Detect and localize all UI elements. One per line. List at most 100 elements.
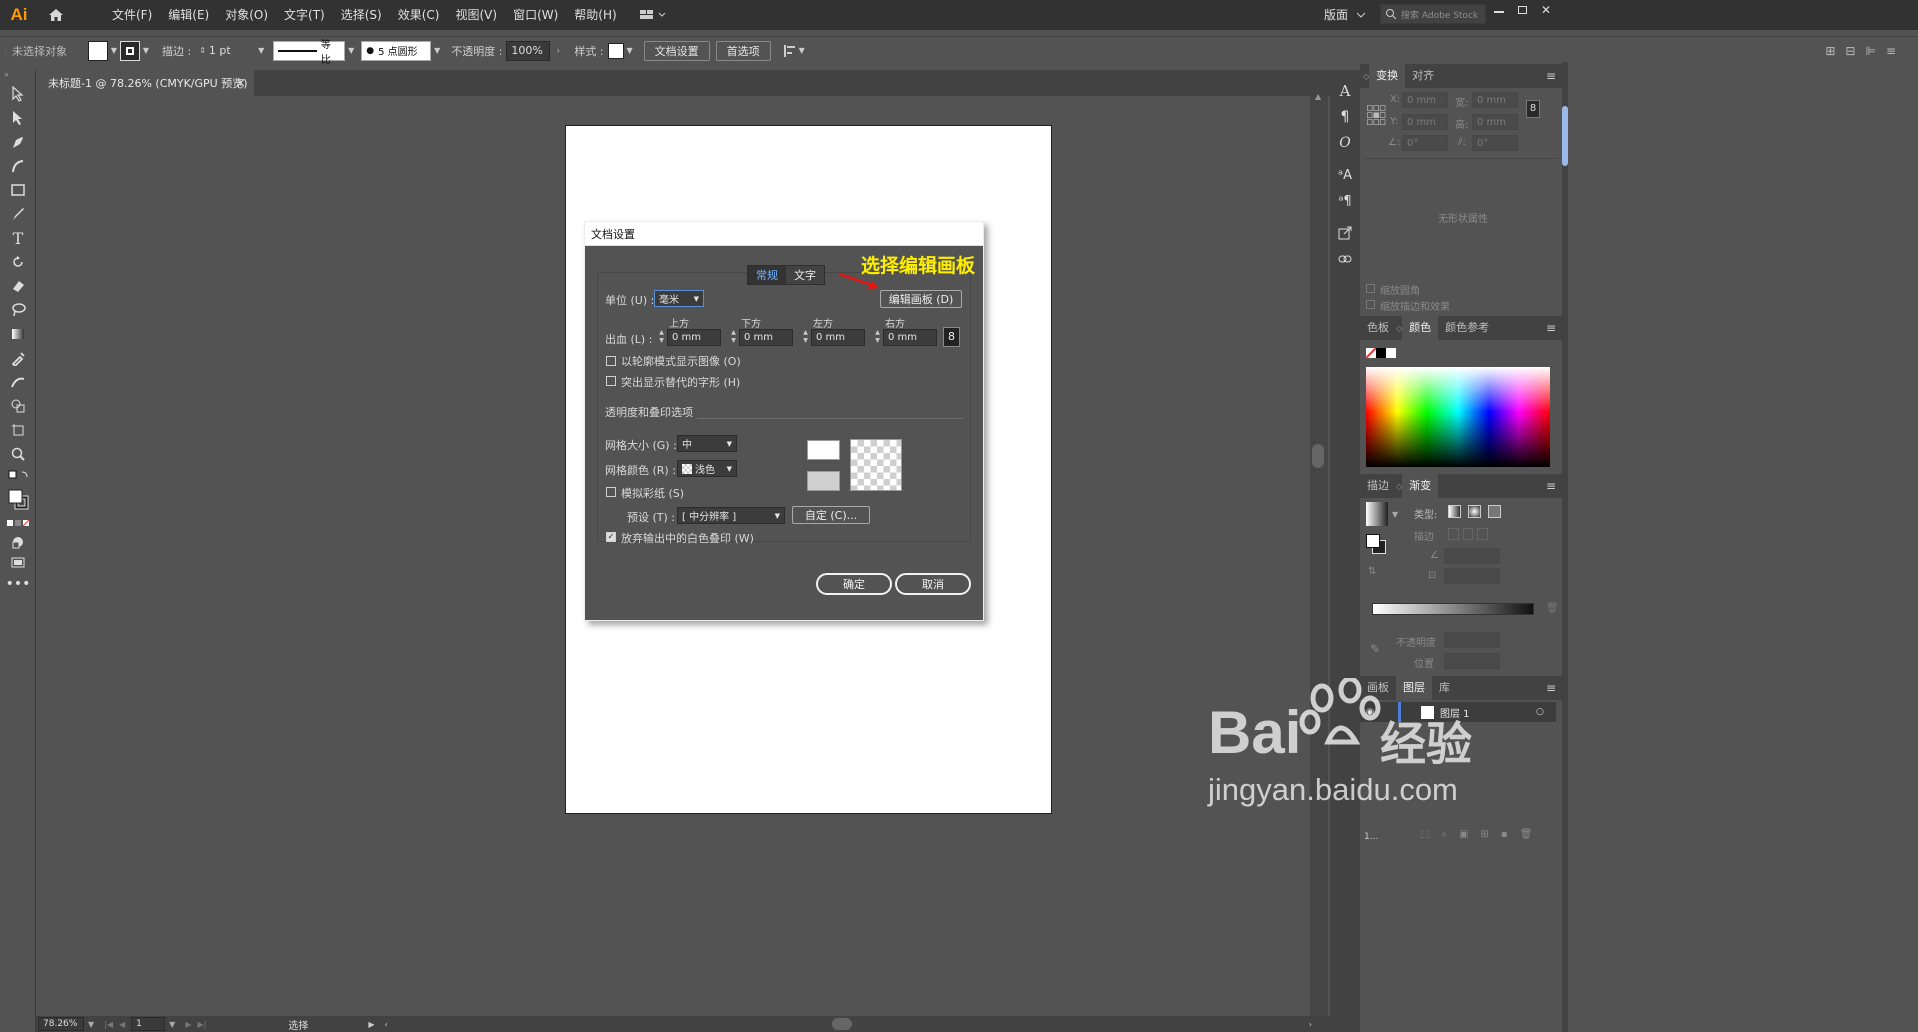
link-bleed-icon[interactable]: 8: [943, 327, 960, 347]
white-swatch[interactable]: [1386, 348, 1396, 358]
color-mode-icon[interactable]: [0, 514, 36, 532]
tab-stroke[interactable]: 描边: [1360, 474, 1396, 498]
selection-tool-icon[interactable]: [0, 82, 36, 106]
x-field[interactable]: 0 mm: [1402, 92, 1448, 108]
draw-mode-icon[interactable]: [0, 532, 36, 552]
locate-object-icon[interactable]: ⌕: [1441, 829, 1447, 840]
layer-target-icon[interactable]: ○: [1536, 707, 1544, 717]
linear-gradient-icon[interactable]: [1448, 505, 1461, 518]
tab-align[interactable]: 对齐: [1405, 64, 1441, 88]
tab-layers[interactable]: 图层: [1396, 676, 1432, 700]
type-tool-icon[interactable]: T: [0, 226, 36, 250]
discard-white-overprint-checkbox[interactable]: ✓: [606, 532, 616, 542]
curvature-tool-icon[interactable]: [0, 154, 36, 178]
rotate-tool-icon[interactable]: [0, 250, 36, 274]
eyedropper-tool-icon[interactable]: [0, 346, 36, 370]
grid-color-select[interactable]: 浅色 ▼: [677, 460, 737, 477]
close-icon[interactable]: ✕: [1541, 3, 1551, 17]
menu-object[interactable]: 对象(O): [217, 0, 276, 30]
minimize-icon[interactable]: [1494, 11, 1504, 13]
grid-size-select[interactable]: 中 ▼: [677, 435, 737, 452]
page-field[interactable]: 1: [131, 1017, 166, 1031]
hscroll-thumb[interactable]: [832, 1018, 852, 1030]
chevron-down-icon[interactable]: ▼: [255, 41, 267, 61]
swap-colors-icon[interactable]: [0, 466, 36, 484]
menu-select[interactable]: 选择(S): [333, 0, 390, 30]
vertical-scrollbar[interactable]: ▲: [1310, 92, 1328, 1016]
menu-view[interactable]: 视图(V): [447, 0, 505, 30]
prev-page-icon[interactable]: ◀: [119, 1020, 125, 1029]
paper-color-swatch-bottom[interactable]: [807, 471, 840, 491]
preferences-button[interactable]: 首选项: [715, 40, 771, 61]
blend-tool-icon[interactable]: [0, 370, 36, 394]
zoom-field[interactable]: 78.26%: [38, 1017, 84, 1031]
chevron-down-icon[interactable]: ▼: [431, 41, 443, 61]
arrange-documents-icon[interactable]: [639, 8, 667, 22]
gradient-angle-field[interactable]: [1444, 548, 1500, 564]
opentype-panel-icon[interactable]: O: [1330, 130, 1360, 156]
bleed-right-field[interactable]: 0 mm: [883, 329, 937, 346]
new-layer-icon[interactable]: ▪: [1501, 829, 1508, 840]
delete-stop-icon[interactable]: 🗑: [1546, 603, 1559, 614]
black-swatch[interactable]: [1376, 348, 1386, 358]
chevron-down-icon[interactable]: ▼: [108, 41, 120, 61]
zoom-tool-icon[interactable]: [0, 442, 36, 466]
menu-icon[interactable]: ≡: [1886, 44, 1896, 58]
chevron-down-icon[interactable]: ▼: [1392, 510, 1398, 519]
constrain-proportions-icon[interactable]: 8: [1526, 100, 1540, 118]
scroll-thumb[interactable]: [1312, 444, 1324, 468]
tab-libraries[interactable]: 库: [1432, 676, 1457, 700]
links-icon[interactable]: [1330, 246, 1360, 272]
y-field[interactable]: 0 mm: [1402, 114, 1448, 130]
rotate-field[interactable]: 0°: [1402, 135, 1448, 151]
paper-color-swatch-top[interactable]: [807, 440, 840, 460]
close-tab-icon[interactable]: ×: [235, 76, 246, 91]
paragraph-styles-icon[interactable]: ᵃ¶: [1330, 188, 1360, 214]
menu-window[interactable]: 窗口(W): [505, 0, 566, 30]
tab-general[interactable]: 常规: [748, 266, 786, 284]
search-input[interactable]: 搜索 Adobe Stock: [1401, 8, 1478, 21]
bleed-bottom-stepper[interactable]: ▲ ▼: [729, 329, 738, 346]
bleed-top-field[interactable]: 0 mm: [667, 329, 721, 346]
outline-mode-checkbox[interactable]: [606, 356, 616, 366]
align-icon[interactable]: ▼: [783, 44, 805, 58]
align-panel-icon[interactable]: ⊫: [1865, 44, 1875, 58]
custom-button[interactable]: 自定 (C)...: [792, 506, 870, 524]
layer-row[interactable]: ◉ 图层 1 ○: [1360, 702, 1556, 722]
freeform-gradient-icon[interactable]: [1488, 505, 1501, 518]
w-field[interactable]: 0 mm: [1472, 92, 1518, 108]
gradient-preview[interactable]: [1366, 502, 1388, 526]
direct-selection-tool-icon[interactable]: [0, 106, 36, 130]
none-swatch-icon[interactable]: [1366, 348, 1376, 358]
highlight-glyphs-checkbox[interactable]: [606, 376, 616, 386]
menu-help[interactable]: 帮助(H): [566, 0, 624, 30]
home-icon[interactable]: [38, 0, 74, 30]
visibility-icon[interactable]: ◉: [1360, 707, 1380, 718]
preset-select[interactable]: [ 中分辨率 ] ▼: [677, 507, 785, 524]
shear-field[interactable]: 0°: [1472, 135, 1518, 151]
screen-mode-icon[interactable]: [0, 552, 36, 572]
reference-point-icon[interactable]: ▫▫▫ ▫▪▫ ▫▫▫: [1366, 102, 1386, 127]
gradient-opacity-field[interactable]: [1444, 632, 1500, 648]
stock-search[interactable]: 搜索 Adobe Stock: [1380, 4, 1486, 24]
gradient-tool-icon[interactable]: [0, 322, 36, 346]
panel-menu-icon[interactable]: ≡: [1546, 681, 1556, 695]
document-tab[interactable]: 未标题-1 @ 78.26% (CMYK/GPU 预览) ×: [36, 70, 254, 96]
maximize-icon[interactable]: [1518, 6, 1527, 14]
workspace-switcher[interactable]: 版面: [1322, 0, 1350, 30]
paintbrush-tool-icon[interactable]: [0, 202, 36, 226]
stroke-weight-field[interactable]: ⇕ 1 pt: [195, 40, 256, 61]
document-setup-button[interactable]: 文档设置: [643, 40, 710, 61]
tab-color-guide[interactable]: 颜色参考: [1438, 316, 1496, 340]
menu-edit[interactable]: 编辑(E): [160, 0, 217, 30]
chevron-right-icon[interactable]: ›: [550, 41, 566, 61]
unit-select[interactable]: 毫米 ▼: [654, 290, 704, 307]
bleed-left-stepper[interactable]: ▲ ▼: [801, 329, 810, 346]
bleed-left-field[interactable]: 0 mm: [811, 329, 865, 346]
status-menu-icon[interactable]: ▶: [368, 1020, 374, 1029]
bleed-right-stepper[interactable]: ▲ ▼: [873, 329, 882, 346]
tab-artboards[interactable]: 画板: [1360, 676, 1396, 700]
panel-menu-icon[interactable]: ≡: [1546, 321, 1556, 335]
edit-artboards-button[interactable]: 编辑画板 (D): [880, 290, 962, 308]
first-page-icon[interactable]: |◀: [104, 1020, 113, 1029]
